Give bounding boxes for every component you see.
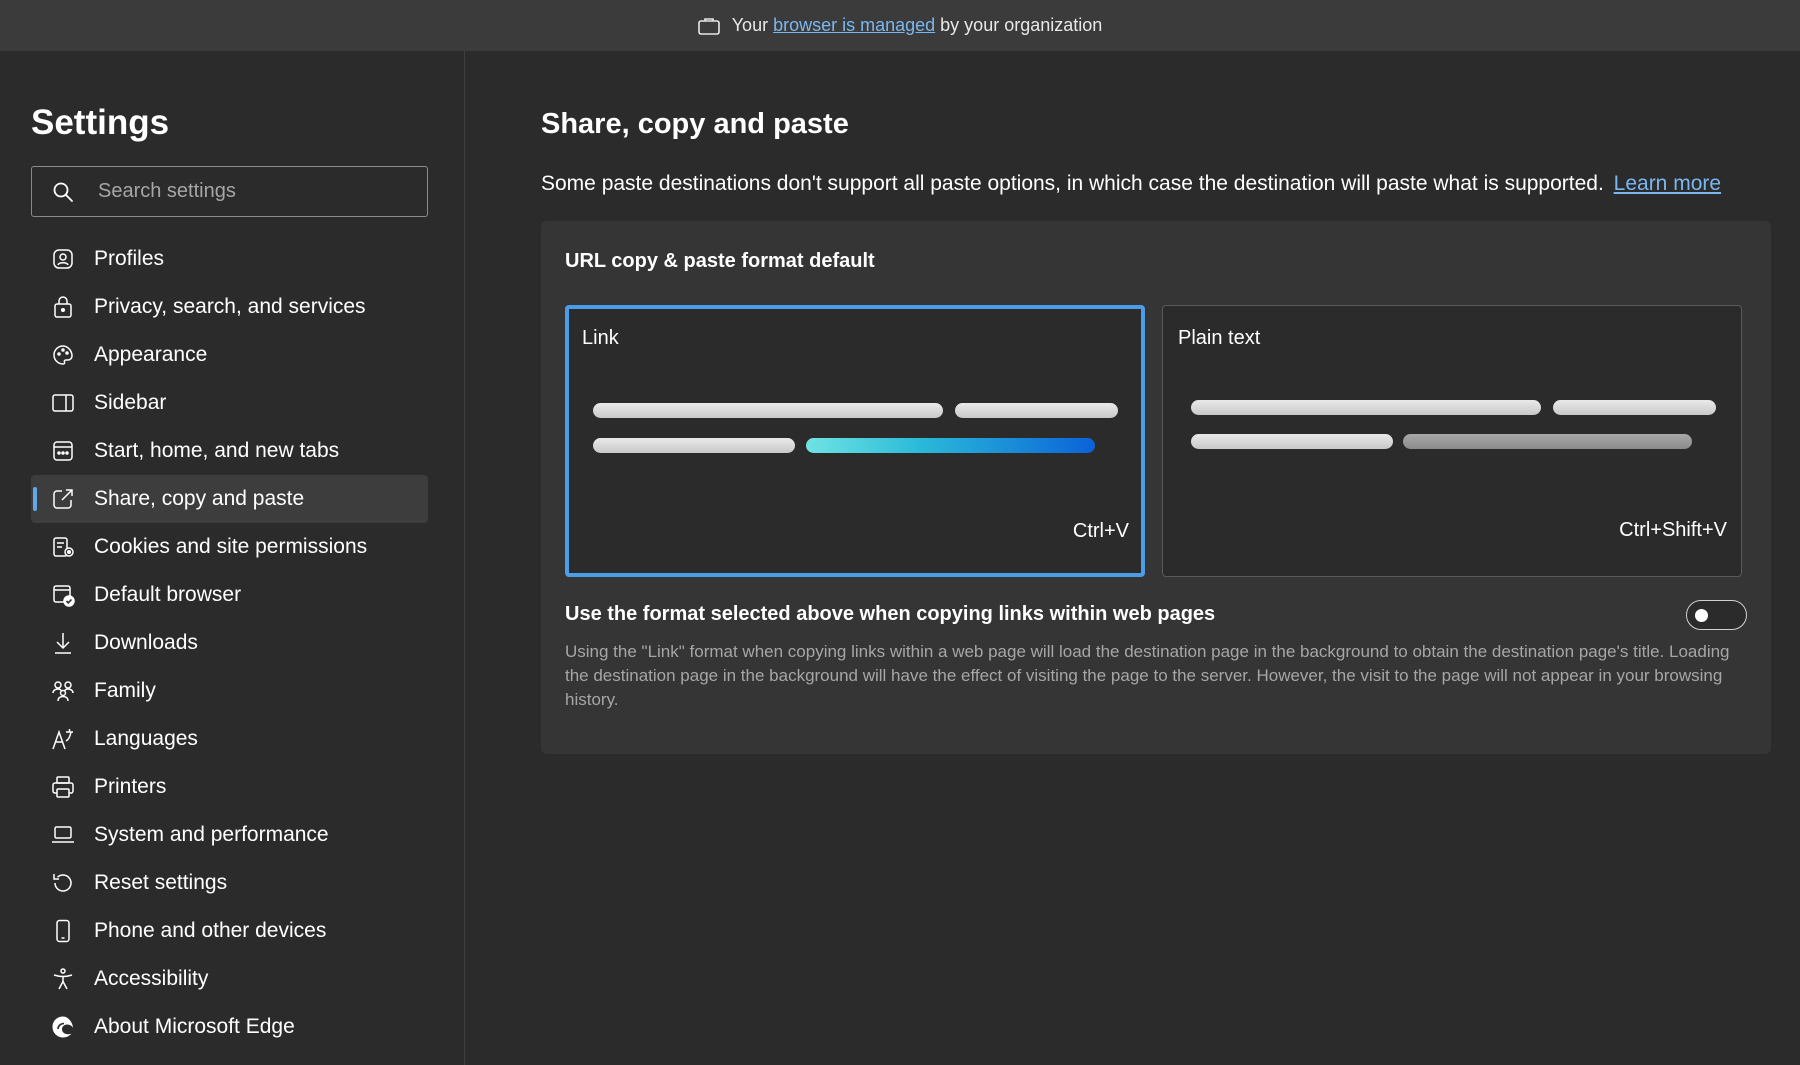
sidebar-item-system[interactable]: System and performance (31, 811, 428, 859)
sidebar-item-label: About Microsoft Edge (94, 1015, 295, 1038)
plain-text-format-option[interactable]: Plain text Ctrl+Shift+V (1162, 305, 1742, 577)
managed-banner: Your browser is managed by your organiza… (0, 0, 1800, 51)
sidebar-item-reset[interactable]: Reset settings (31, 859, 428, 907)
option-title: Link (582, 327, 619, 349)
link-format-option[interactable]: Link Ctrl+V (565, 305, 1145, 577)
sidebar-item-sidebar[interactable]: Sidebar (31, 379, 428, 427)
sidebar-item-privacy[interactable]: Privacy, search, and services (31, 283, 428, 331)
profile-icon (53, 249, 73, 269)
laptop-icon (52, 826, 74, 843)
sidebar-item-label: Default browser (94, 583, 242, 606)
search-box[interactable] (31, 166, 428, 217)
languages-icon (52, 729, 73, 750)
sidebar-item-default-browser[interactable]: Default browser (31, 571, 428, 619)
section-description: Some paste destinations don't support al… (541, 172, 1781, 196)
edge-icon (52, 1016, 73, 1038)
sidebar-item-printers[interactable]: Printers (31, 763, 428, 811)
preview-line (955, 403, 1118, 418)
preview-link-highlight (806, 438, 1095, 453)
preview-line (1553, 400, 1716, 415)
family-icon (52, 681, 74, 702)
sidebar-item-about[interactable]: About Microsoft Edge (31, 1003, 428, 1051)
setting-description: Using the "Link" format when copying lin… (565, 642, 1730, 709)
sidebar-item-accessibility[interactable]: Accessibility (31, 955, 428, 1003)
search-icon (53, 182, 73, 202)
sidebar-item-family[interactable]: Family (31, 667, 428, 715)
sidebar: Settings Profiles Privacy, search, and s… (0, 51, 465, 1065)
option-shortcut: Ctrl+Shift+V (1619, 519, 1727, 541)
sidebar-item-phone[interactable]: Phone and other devices (31, 907, 428, 955)
preview-line (1191, 400, 1541, 415)
printer-icon (52, 776, 74, 798)
browser-managed-link[interactable]: browser is managed (773, 15, 935, 36)
sidebar-item-label: Phone and other devices (94, 919, 327, 942)
learn-more-link[interactable]: Learn more (1614, 172, 1721, 195)
download-icon (55, 633, 71, 654)
sidebar-item-label: Accessibility (94, 967, 209, 990)
sidebar-item-label: Cookies and site permissions (94, 535, 368, 558)
option-title: Plain text (1178, 327, 1261, 349)
main-content: Share, copy and paste Some paste destina… (466, 51, 1800, 1065)
lock-icon (54, 296, 72, 318)
briefcase-icon (697, 17, 720, 35)
sidebar-item-label: Downloads (94, 631, 198, 654)
share-icon (53, 489, 73, 509)
page-title: Settings (31, 103, 170, 142)
sidebar-item-label: System and performance (94, 823, 329, 846)
banner-suffix: by your organization (940, 15, 1103, 35)
phone-icon (56, 919, 70, 943)
sidebar-item-label: Languages (94, 727, 198, 750)
url-format-card: URL copy & paste format default Link Ctr… (541, 221, 1771, 754)
preview-line (1191, 434, 1393, 449)
sidebar-item-label: Profiles (94, 247, 165, 270)
settings-nav: Profiles Privacy, search, and services A… (31, 235, 428, 1051)
copy-links-toggle[interactable] (1686, 600, 1747, 630)
sidebar-item-label: Family (94, 679, 156, 702)
toggle-knob (1695, 609, 1708, 622)
sidebar-item-label: Printers (94, 775, 167, 798)
preview-line (593, 403, 943, 418)
accessibility-icon (53, 968, 73, 990)
banner-prefix: Your (731, 15, 769, 35)
sidebar-item-cookies[interactable]: Cookies and site permissions (31, 523, 428, 571)
sidebar-item-label: Reset settings (94, 871, 228, 894)
search-input[interactable] (98, 167, 418, 216)
sidebar-item-downloads[interactable]: Downloads (31, 619, 428, 667)
sidebar-item-label: Share, copy and paste (94, 487, 305, 510)
sidebar-item-profiles[interactable]: Profiles (31, 235, 428, 283)
sidebar-item-label: Privacy, search, and services (94, 295, 366, 318)
option-shortcut: Ctrl+V (1072, 520, 1129, 542)
sidebar-item-appearance[interactable]: Appearance (31, 331, 428, 379)
description-text: Some paste destinations don't support al… (541, 172, 1604, 195)
sidebar-item-start-home[interactable]: Start, home, and new tabs (31, 427, 428, 475)
sidebar-item-label: Start, home, and new tabs (94, 439, 340, 462)
reset-icon (53, 874, 72, 892)
section-title: Share, copy and paste (541, 108, 849, 140)
setting-title: Use the format selected above when copyi… (565, 603, 1216, 625)
sidebar-item-share-copy-paste[interactable]: Share, copy and paste (31, 475, 428, 523)
card-heading: URL copy & paste format default (565, 250, 875, 272)
home-tabs-icon (53, 441, 73, 461)
palette-icon (53, 345, 73, 365)
sidebar-icon (52, 394, 74, 412)
sidebar-item-label: Sidebar (94, 391, 167, 414)
cookies-icon (53, 537, 74, 557)
preview-plain-line (1403, 434, 1692, 449)
preview-line (593, 438, 795, 453)
sidebar-item-label: Appearance (94, 343, 208, 366)
sidebar-item-languages[interactable]: Languages (31, 715, 428, 763)
default-browser-icon (53, 585, 75, 607)
